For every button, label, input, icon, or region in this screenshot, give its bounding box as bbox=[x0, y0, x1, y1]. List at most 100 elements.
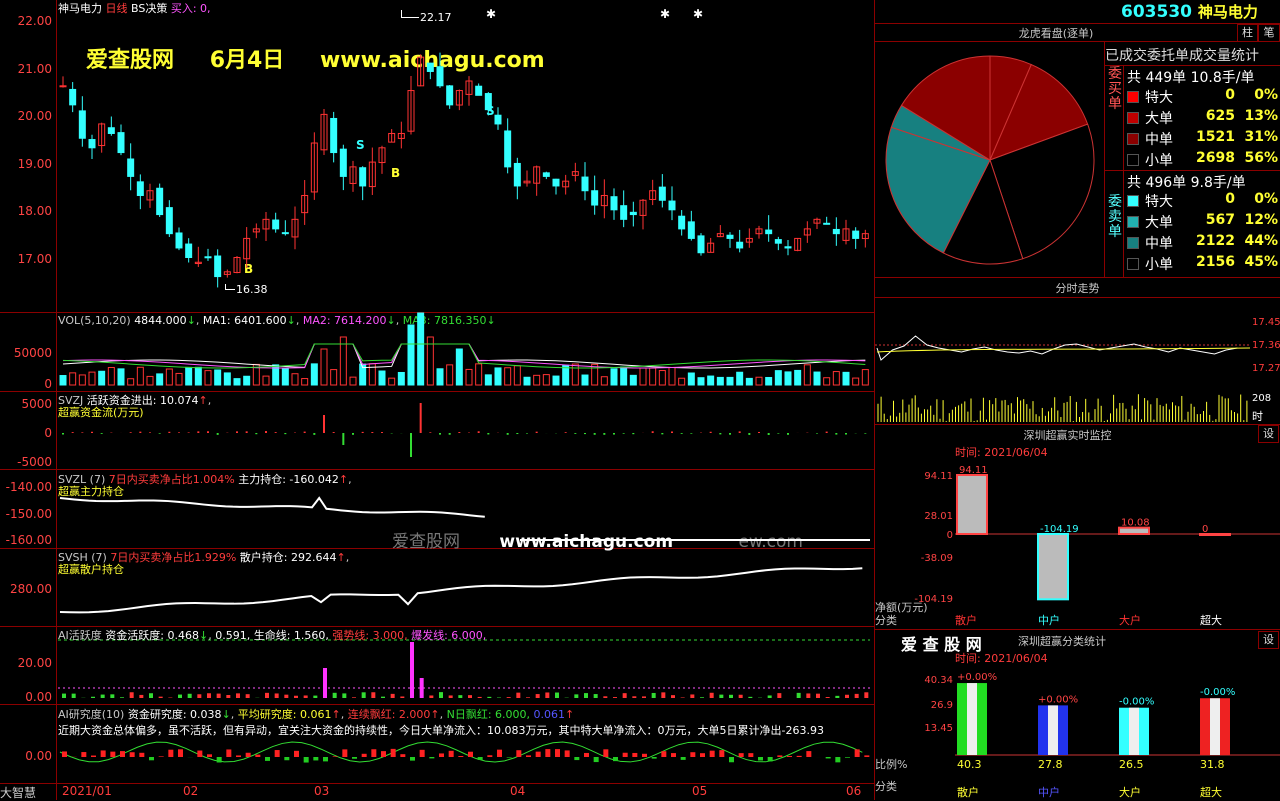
volume-bar bbox=[108, 367, 114, 385]
volume-bar bbox=[640, 368, 646, 385]
research-bar bbox=[159, 756, 164, 757]
app-name: 大智慧 bbox=[0, 784, 36, 801]
fund-flow-bar bbox=[758, 432, 760, 433]
svzl-sub: 超赢主力持仓 bbox=[58, 483, 124, 499]
fund-flow-bar bbox=[313, 433, 315, 435]
activity-bar bbox=[275, 693, 279, 698]
classify-category: 超大 bbox=[1200, 785, 1222, 799]
research-bar bbox=[536, 752, 541, 757]
fund-flow-bar bbox=[487, 433, 489, 434]
activity-bar bbox=[555, 693, 559, 698]
volume-bar bbox=[582, 375, 588, 385]
activity-bar bbox=[130, 692, 134, 698]
activity-bar bbox=[710, 693, 714, 698]
volume-bar bbox=[224, 373, 230, 385]
classify-cat: 分类 bbox=[875, 778, 897, 794]
activity-bar bbox=[429, 695, 433, 698]
activity-bar bbox=[806, 693, 810, 698]
fund-flow-bar bbox=[420, 403, 422, 433]
volume-bar bbox=[795, 370, 801, 385]
research-bar bbox=[787, 756, 792, 757]
fund-flow-bar bbox=[690, 433, 692, 434]
volume-bar bbox=[166, 369, 172, 385]
volume-bar bbox=[824, 378, 830, 385]
volume-bar bbox=[804, 365, 810, 385]
volume-bar bbox=[311, 364, 317, 385]
volume-bar bbox=[659, 371, 665, 385]
fund-flow-bar bbox=[371, 432, 373, 433]
fund-flow-bar bbox=[565, 432, 567, 433]
classify-tick: 13.45 bbox=[924, 723, 953, 734]
main-chart-area[interactable]: 神马电力 日线 BS决策 买入: 0, 爱查股网 6月4日 www.aichag… bbox=[0, 0, 874, 800]
fund-flow-bar bbox=[72, 432, 74, 433]
research-bar bbox=[91, 756, 96, 757]
volume-bar bbox=[379, 371, 385, 385]
research-bar bbox=[729, 757, 734, 762]
volume-bar bbox=[766, 377, 772, 385]
fund-flow-bar bbox=[632, 433, 634, 434]
volume-bar bbox=[447, 365, 453, 385]
volume-bar bbox=[398, 372, 404, 385]
research-bar bbox=[768, 757, 773, 761]
volume-bar bbox=[727, 377, 733, 385]
activity-bar bbox=[478, 697, 482, 698]
fund-flow-bar bbox=[284, 433, 286, 434]
vol-ma-line bbox=[63, 344, 865, 368]
volume-bar bbox=[621, 367, 627, 385]
volume-bar bbox=[679, 378, 685, 385]
activity-bar bbox=[333, 693, 337, 698]
classify-change: -0.00% bbox=[1200, 687, 1235, 698]
activity-bar bbox=[110, 694, 114, 698]
right-panel: 603530 神马电力 龙虎看盘(逐单) 柱 笔 已成交委托单成交量统计 委买单… bbox=[875, 0, 1280, 800]
fund-flow-bar bbox=[584, 433, 586, 434]
fund-flow-bar bbox=[236, 431, 238, 433]
activity-bar bbox=[149, 693, 153, 698]
research-bar bbox=[855, 749, 860, 757]
volume-bar bbox=[485, 375, 491, 385]
activity-bar bbox=[101, 695, 105, 698]
volume-bar bbox=[505, 368, 511, 385]
fund-flow-bar bbox=[168, 432, 170, 433]
volume-bar bbox=[476, 364, 482, 385]
classify-change: +0.00% bbox=[1038, 694, 1078, 705]
fund-flow-bar bbox=[130, 432, 132, 433]
activity-bar bbox=[381, 697, 385, 698]
activity-bar bbox=[226, 695, 230, 698]
research-bar bbox=[468, 752, 473, 757]
activity-bar bbox=[719, 695, 723, 698]
activity-bar bbox=[284, 695, 288, 698]
volume-bar bbox=[244, 376, 250, 385]
volume-bar bbox=[572, 364, 578, 385]
activity-bar bbox=[236, 693, 240, 698]
fund-flow-bar bbox=[681, 433, 683, 434]
volume-bar bbox=[688, 373, 694, 385]
volume-bar bbox=[785, 372, 791, 385]
research-bar bbox=[381, 751, 386, 757]
fund-flow-bar bbox=[255, 433, 257, 434]
fund-flow-bar bbox=[197, 431, 199, 433]
ai-research-comment: 近期大资金总体偏多，虽不活跃，但有异动，宜关注大资金的持续性，今日大单净流入：1… bbox=[58, 722, 874, 738]
activity-bar bbox=[420, 678, 424, 698]
main-force-line bbox=[60, 498, 485, 517]
research-bar bbox=[197, 751, 202, 757]
volume-bar bbox=[176, 373, 182, 385]
fund-flow-bar bbox=[594, 433, 596, 435]
volume-bar bbox=[456, 349, 462, 385]
research-bar bbox=[207, 754, 212, 757]
classify-bar-highlight bbox=[967, 683, 977, 755]
research-bar bbox=[226, 749, 231, 757]
activity-bar bbox=[739, 695, 743, 698]
volume-bar bbox=[331, 370, 337, 385]
fund-flow-bar bbox=[217, 433, 219, 435]
research-bar bbox=[323, 757, 328, 761]
research-bar bbox=[497, 750, 502, 757]
activity-bar bbox=[574, 694, 578, 698]
fund-flow-bar bbox=[748, 433, 750, 435]
activity-bar bbox=[826, 697, 830, 698]
fund-flow-bar bbox=[652, 431, 654, 433]
research-bar bbox=[806, 751, 811, 757]
fund-flow-bar bbox=[246, 431, 248, 433]
activity-bar bbox=[159, 697, 163, 698]
volume-bar bbox=[89, 372, 95, 385]
fund-flow-bar bbox=[439, 433, 441, 435]
